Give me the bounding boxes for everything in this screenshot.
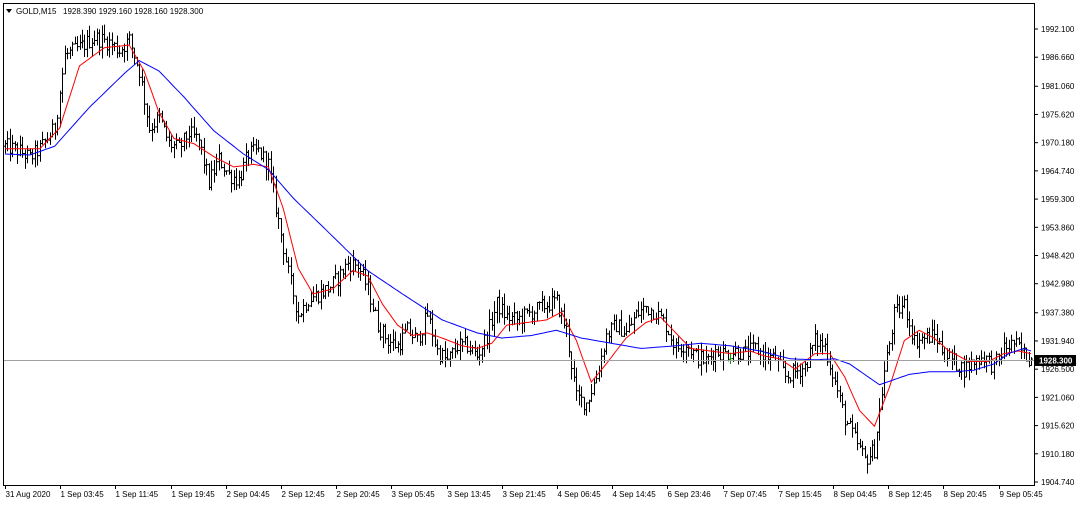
x-tick-label: 1 Sep 11:45 xyxy=(116,490,159,499)
ohlc-values: 1928.390 1929.160 1928.160 1928.300 xyxy=(63,7,204,16)
x-tick-label: 31 Aug 2020 xyxy=(6,490,51,499)
y-tick-label: 1964.740 xyxy=(1041,167,1075,176)
x-tick-label: 6 Sep 23:46 xyxy=(668,490,712,499)
x-tick-label: 8 Sep 12:45 xyxy=(889,490,933,499)
symbol-label: GOLD,M15 xyxy=(16,7,57,16)
x-tick-label: 4 Sep 06:45 xyxy=(558,490,602,499)
x-tick-label: 8 Sep 20:45 xyxy=(944,490,988,499)
y-tick-label: 1926.500 xyxy=(1041,365,1075,374)
y-tick-label: 1986.660 xyxy=(1041,53,1075,62)
y-tick-label: 1937.380 xyxy=(1041,309,1075,318)
x-tick-label: 4 Sep 14:45 xyxy=(613,490,657,499)
x-tick-label: 3 Sep 13:45 xyxy=(448,490,492,499)
y-tick-label: 1948.420 xyxy=(1041,252,1075,261)
x-tick-label: 1 Sep 03:45 xyxy=(61,490,105,499)
y-tick-label: 1953.860 xyxy=(1041,223,1075,232)
x-tick-label: 7 Sep 07:45 xyxy=(724,490,768,499)
current-price-value: 1928.300 xyxy=(1039,357,1073,366)
x-tick-label: 7 Sep 15:45 xyxy=(779,490,823,499)
y-tick-label: 1915.620 xyxy=(1041,422,1075,431)
y-tick-label: 1959.300 xyxy=(1041,195,1075,204)
y-tick-label: 1904.740 xyxy=(1041,478,1075,487)
x-tick-label: 2 Sep 04:45 xyxy=(227,490,271,499)
chart-background xyxy=(0,0,1080,505)
x-tick-label: 3 Sep 05:45 xyxy=(392,490,436,499)
y-tick-label: 1975.620 xyxy=(1041,110,1075,119)
y-tick-label: 1970.180 xyxy=(1041,139,1075,148)
y-tick-label: 1942.980 xyxy=(1041,280,1075,289)
x-tick-label: 8 Sep 04:45 xyxy=(834,490,878,499)
x-tick-label: 2 Sep 20:45 xyxy=(337,490,381,499)
x-tick-label: 9 Sep 05:45 xyxy=(1000,490,1044,499)
current-price-badge: 1928.300 xyxy=(1035,355,1076,366)
y-tick-label: 1910.180 xyxy=(1041,450,1075,459)
y-tick-label: 1992.100 xyxy=(1041,25,1075,34)
y-tick-label: 1981.060 xyxy=(1041,82,1075,91)
price-chart[interactable]: 1992.100 1986.660 1981.060 1975.620 1970.180… xyxy=(0,0,1080,505)
x-tick-label: 2 Sep 12:45 xyxy=(282,490,326,499)
y-tick-label: 1931.940 xyxy=(1041,337,1075,346)
x-tick-label: 1 Sep 19:45 xyxy=(172,490,216,499)
y-tick-label: 1921.060 xyxy=(1041,393,1075,402)
chart-header: GOLD,M15 1928.390 1929.160 1928.160 1928… xyxy=(6,7,204,16)
x-tick-label: 3 Sep 21:45 xyxy=(503,490,547,499)
